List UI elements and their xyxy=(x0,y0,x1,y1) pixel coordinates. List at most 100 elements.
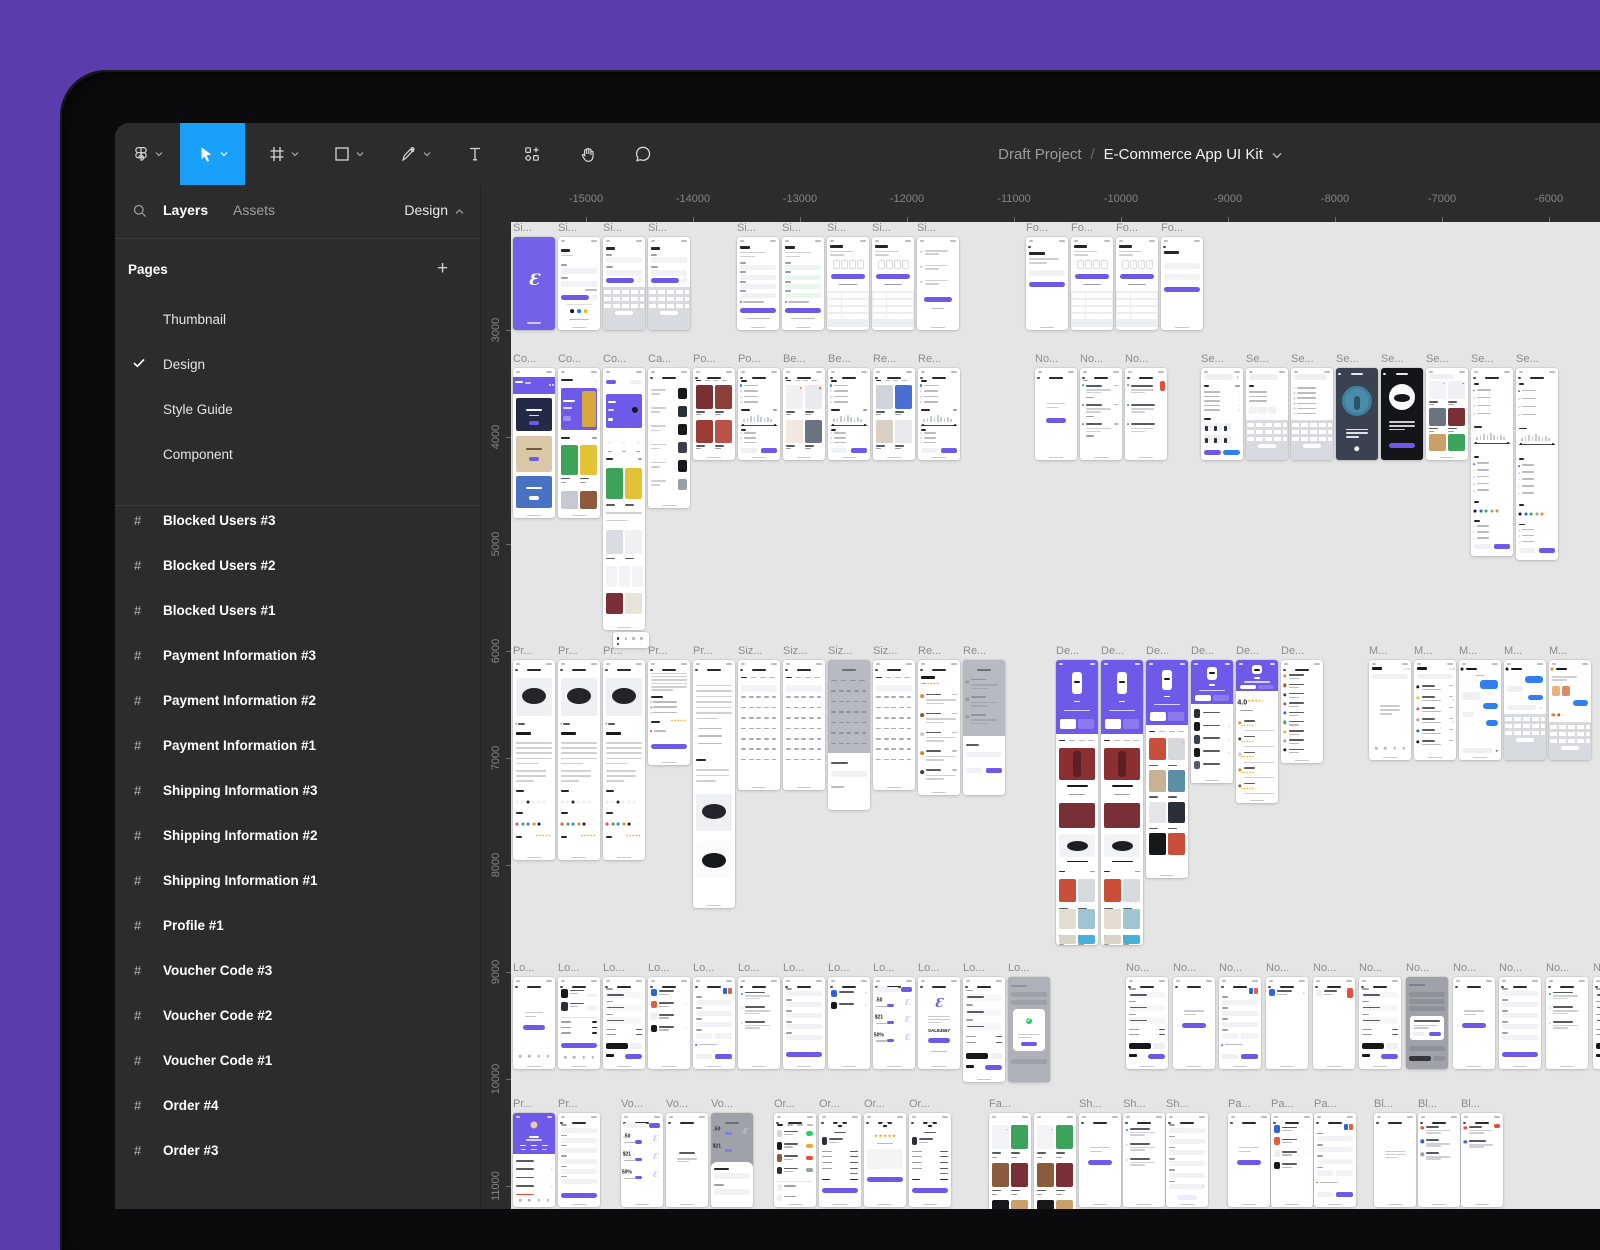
canvas-frame-title[interactable]: Re... xyxy=(873,353,919,365)
canvas-frame-title[interactable]: Sh... xyxy=(1166,1098,1212,1110)
chevron-down-icon[interactable] xyxy=(356,151,364,157)
canvas-frame-title[interactable]: No... xyxy=(1126,962,1172,974)
sidebar-frame-voucher-code-3[interactable]: #Voucher Code #3 xyxy=(115,957,480,985)
canvas-frame-addr-list[interactable]: No... xyxy=(1546,977,1588,1069)
sidebar-frame-order-4[interactable]: #Order #4 xyxy=(115,1092,480,1120)
canvas-frame-title[interactable]: Pa... xyxy=(1314,1098,1360,1110)
canvas-frame-title[interactable]: M... xyxy=(1549,645,1595,657)
canvas-frame-title[interactable]: Se... xyxy=(1516,353,1562,365)
canvas-frame-title[interactable]: Or... xyxy=(774,1098,820,1110)
canvas-frame-signup2[interactable]: Si... xyxy=(782,237,824,330)
canvas-frame-title[interactable]: No... xyxy=(1546,962,1592,974)
canvas-frame-signin-kb[interactable]: Si... xyxy=(603,237,645,330)
canvas-frame-addcard[interactable]: Lo... xyxy=(693,977,735,1069)
shape-tool[interactable] xyxy=(322,123,374,185)
canvas-frame-pay-empty[interactable]: Pa... xyxy=(1228,1113,1270,1207)
canvas-frame-title[interactable]: Lo... xyxy=(648,962,694,974)
canvas-frame-vercode[interactable]: Si... xyxy=(872,237,914,330)
breadcrumb-project[interactable]: Draft Project xyxy=(998,146,1081,163)
canvas-frame-voucher[interactable]: Lo....50Ɛ$21Ɛ50%Ɛ xyxy=(873,977,915,1069)
canvas-frame-title[interactable]: Se... xyxy=(1426,353,1472,365)
canvas-frame-photo-dark[interactable]: Se... xyxy=(1381,368,1423,460)
canvas-frame-addr-form[interactable]: Lo... xyxy=(783,977,825,1069)
canvas-frame-chat[interactable]: M... xyxy=(1459,660,1501,760)
canvas-frame-title[interactable]: Lo... xyxy=(873,962,919,974)
canvas-frame-vercode[interactable]: Fo... xyxy=(1116,237,1158,330)
canvas-frame-title[interactable]: No... xyxy=(1313,962,1359,974)
canvas-frame-title[interactable]: Vo... xyxy=(711,1098,757,1110)
canvas-frame-popgrid[interactable]: Po... xyxy=(693,368,735,460)
canvas-frame-success[interactable]: Lo...✓ xyxy=(1008,977,1050,1082)
canvas-frame-ship-empty[interactable]: No... xyxy=(1453,977,1495,1069)
canvas-frame-blocked-list[interactable]: Bl... xyxy=(1418,1113,1460,1207)
canvas-frame-title[interactable]: De... xyxy=(1056,645,1102,657)
canvas-frame-brand-rev[interactable]: De...4.0★★★★☆★★★★★★★★★★★★★★★★★★★★★★★★★ xyxy=(1236,660,1278,803)
canvas-frame-modal[interactable]: No... xyxy=(1406,977,1448,1069)
tab-assets[interactable]: Assets xyxy=(233,202,275,218)
canvas-frame-search-kb2[interactable]: Se... xyxy=(1291,368,1333,460)
canvas-frame-results[interactable]: Se... xyxy=(1426,368,1468,460)
canvas-frame-size[interactable]: Siz... xyxy=(873,660,915,790)
canvas-frame-title[interactable]: Lo... xyxy=(1008,962,1054,974)
pen-tool[interactable] xyxy=(389,123,441,185)
canvas-frame-pdp-text[interactable]: Pr...★★★★★ xyxy=(648,660,690,765)
chevron-down-icon[interactable] xyxy=(291,151,299,157)
canvas-frame-title[interactable]: No... xyxy=(1406,962,1452,974)
sidebar-frame-blocked-users-2[interactable]: #Blocked Users #2 xyxy=(115,552,480,580)
canvas-frame-filter[interactable]: Po... xyxy=(738,368,780,460)
canvas-frame-chat-img[interactable]: M... xyxy=(1549,660,1591,760)
sidebar-page-thumbnail[interactable]: Thumbnail xyxy=(115,305,480,333)
canvas-frame-addr-list[interactable]: Sh... xyxy=(1123,1113,1165,1207)
canvas-frame-filter[interactable]: Re... xyxy=(918,368,960,460)
canvas-frame-filter-tall[interactable]: Se... xyxy=(1471,368,1513,556)
canvas-frame-signin-kb[interactable]: Si... xyxy=(648,237,690,330)
canvas-frame-title[interactable]: No... xyxy=(1593,962,1600,974)
canvas-frame-title[interactable]: Fo... xyxy=(1026,222,1072,234)
canvas-frame-title[interactable]: Pr... xyxy=(513,1098,559,1110)
search-icon[interactable] xyxy=(132,203,148,224)
move-tool[interactable] xyxy=(180,123,245,185)
canvas-frame-shoptall[interactable]: Co... xyxy=(603,368,645,630)
canvas-frame-title[interactable]: De... xyxy=(1281,645,1327,657)
canvas-frame-title[interactable]: Sh... xyxy=(1123,1098,1169,1110)
canvas-frame-vercode[interactable]: Si... xyxy=(827,237,869,330)
canvas-frame-title[interactable]: No... xyxy=(1173,962,1219,974)
canvas-frame-title[interactable]: Or... xyxy=(864,1098,910,1110)
canvas-frame-profile[interactable]: Pr... xyxy=(513,1113,555,1207)
chevron-down-icon[interactable] xyxy=(220,151,228,157)
canvas-frame-paymethods[interactable]: Lo... xyxy=(648,977,690,1069)
canvas-frame-voucher-none[interactable]: Vo... xyxy=(666,1113,708,1207)
tab-layers[interactable]: Layers xyxy=(163,202,208,218)
canvas-frame-checkout[interactable]: Lo... xyxy=(603,977,645,1069)
component-tool[interactable] xyxy=(514,123,550,185)
sidebar-frame-shipping-information-2[interactable]: #Shipping Information #2 xyxy=(115,822,480,850)
sidebar-page-component[interactable]: Component xyxy=(115,440,480,468)
canvas-frame-chat-kb[interactable]: M... xyxy=(1504,660,1546,760)
canvas-frame-filter[interactable]: Be... xyxy=(828,368,870,460)
canvas-frame-brand-tall[interactable]: De... xyxy=(1056,660,1098,945)
canvas-frame-cart[interactable]: Lo... xyxy=(558,977,600,1069)
hand-tool[interactable] xyxy=(570,123,606,185)
canvas-frame-title[interactable]: Se... xyxy=(1336,353,1382,365)
canvas-frame-popgrid3[interactable]: Re... xyxy=(873,368,915,460)
canvas-frame-paymethods[interactable]: Pa... xyxy=(1271,1113,1313,1207)
canvas-frame-title[interactable]: Or... xyxy=(819,1098,865,1110)
canvas-frame-popgrid2[interactable]: Be... xyxy=(783,368,825,460)
canvas-frame-title[interactable]: Se... xyxy=(1201,353,1247,365)
canvas-frame-voucher-email[interactable]: Lo...ƐSALE4567 xyxy=(918,977,960,1069)
canvas-frame-vercode[interactable]: Fo... xyxy=(1071,237,1113,330)
canvas-frame-reviews-sel[interactable]: Re... xyxy=(963,660,1005,795)
canvas-frame-blocked-list2[interactable]: Bl... xyxy=(1461,1113,1503,1207)
canvas-frame-title[interactable]: Si... xyxy=(648,222,694,234)
canvas-frame-title[interactable]: No... xyxy=(1125,353,1171,365)
canvas-frame-title[interactable]: Fa... xyxy=(989,1098,1035,1110)
canvas-frame-splash[interactable]: Si...Ɛ xyxy=(513,237,555,330)
canvas-frame-pdp[interactable]: Pr...★★★★★ xyxy=(558,660,600,860)
canvas-frame-title[interactable]: Si... xyxy=(558,222,604,234)
canvas-frame-title[interactable]: Lo... xyxy=(513,962,559,974)
canvas-frame-title[interactable]: Or... xyxy=(909,1098,955,1110)
canvas-frame-brand-cats[interactable]: De... xyxy=(1191,660,1233,783)
canvas-frame-addr-list[interactable]: Lo... xyxy=(738,977,780,1069)
canvas-frame-title[interactable]: Si... xyxy=(737,222,783,234)
canvas-frame-title[interactable]: No... xyxy=(1453,962,1499,974)
